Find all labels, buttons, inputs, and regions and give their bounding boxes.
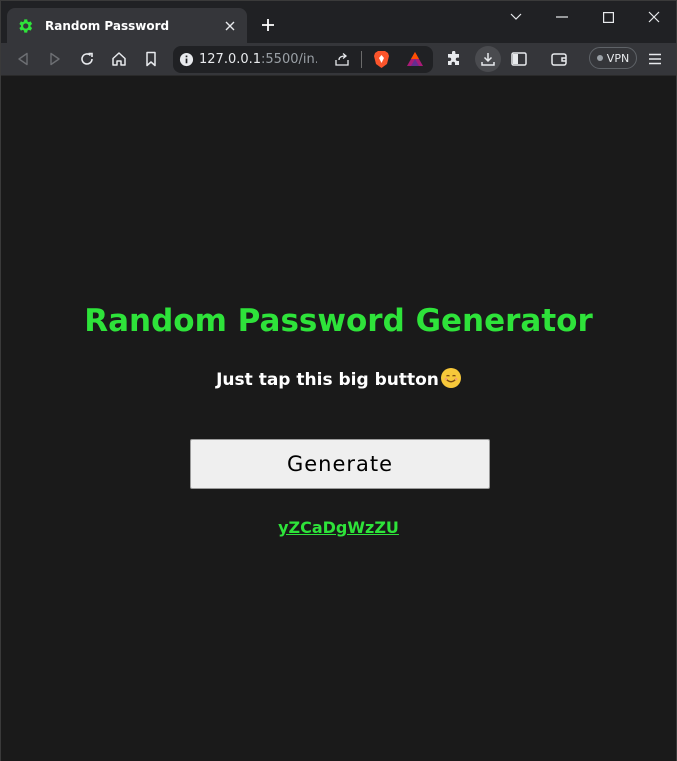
maximize-icon[interactable] bbox=[585, 5, 631, 29]
generated-password[interactable]: yZCaDgWzZU bbox=[278, 518, 399, 537]
vpn-button[interactable]: VPN bbox=[589, 47, 637, 69]
page-subtitle: Just tap this big button bbox=[1, 368, 676, 390]
share-icon[interactable] bbox=[331, 48, 353, 70]
url-path: :5500/in... bbox=[261, 52, 317, 67]
info-icon[interactable] bbox=[173, 46, 199, 73]
close-window-icon[interactable] bbox=[631, 5, 677, 29]
url-text[interactable]: 127.0.0.1:5500/in... bbox=[199, 52, 317, 67]
close-icon[interactable] bbox=[221, 17, 239, 35]
address-divider bbox=[361, 51, 362, 68]
back-icon[interactable] bbox=[11, 47, 35, 71]
chevron-down-icon[interactable] bbox=[493, 5, 539, 29]
subtitle-text: Just tap this big button bbox=[216, 370, 439, 390]
forward-icon[interactable] bbox=[43, 47, 67, 71]
browser-window: Random Password 127.0.0.1:5500/in VPN Ra… bbox=[0, 0, 677, 761]
reload-icon[interactable] bbox=[75, 47, 99, 71]
generate-button[interactable]: Generate bbox=[190, 439, 490, 489]
extensions-icon[interactable] bbox=[442, 47, 466, 71]
page-content: Random Password Generator Just tap this … bbox=[1, 77, 676, 761]
password-output: yZCaDgWzZU bbox=[1, 518, 676, 538]
sidebar-icon[interactable] bbox=[507, 47, 531, 71]
tab-random-password[interactable]: Random Password bbox=[7, 8, 247, 43]
vpn-status-dot bbox=[596, 55, 603, 61]
brave-shield-icon[interactable] bbox=[370, 48, 392, 70]
address-bar[interactable]: 127.0.0.1:5500/in... bbox=[173, 46, 433, 73]
gear-icon bbox=[15, 16, 35, 36]
wallet-icon[interactable] bbox=[547, 47, 571, 71]
tab-title: Random Password bbox=[45, 18, 170, 33]
menu-icon[interactable] bbox=[643, 47, 667, 71]
smile-emoji-icon bbox=[440, 368, 461, 388]
bookmark-icon[interactable] bbox=[139, 47, 163, 71]
tab-strip: Random Password bbox=[1, 1, 676, 43]
url-host: 127.0.0.1 bbox=[199, 52, 262, 67]
brave-rewards-icon[interactable] bbox=[404, 48, 426, 70]
plus-icon[interactable] bbox=[257, 14, 279, 36]
download-icon[interactable] bbox=[475, 46, 501, 72]
home-icon[interactable] bbox=[107, 47, 131, 71]
page-title: Random Password Generator bbox=[84, 303, 593, 339]
browser-toolbar: 127.0.0.1:5500/in... VPN bbox=[1, 43, 676, 76]
minimize-icon[interactable] bbox=[539, 5, 585, 29]
vpn-label: VPN bbox=[606, 51, 630, 65]
